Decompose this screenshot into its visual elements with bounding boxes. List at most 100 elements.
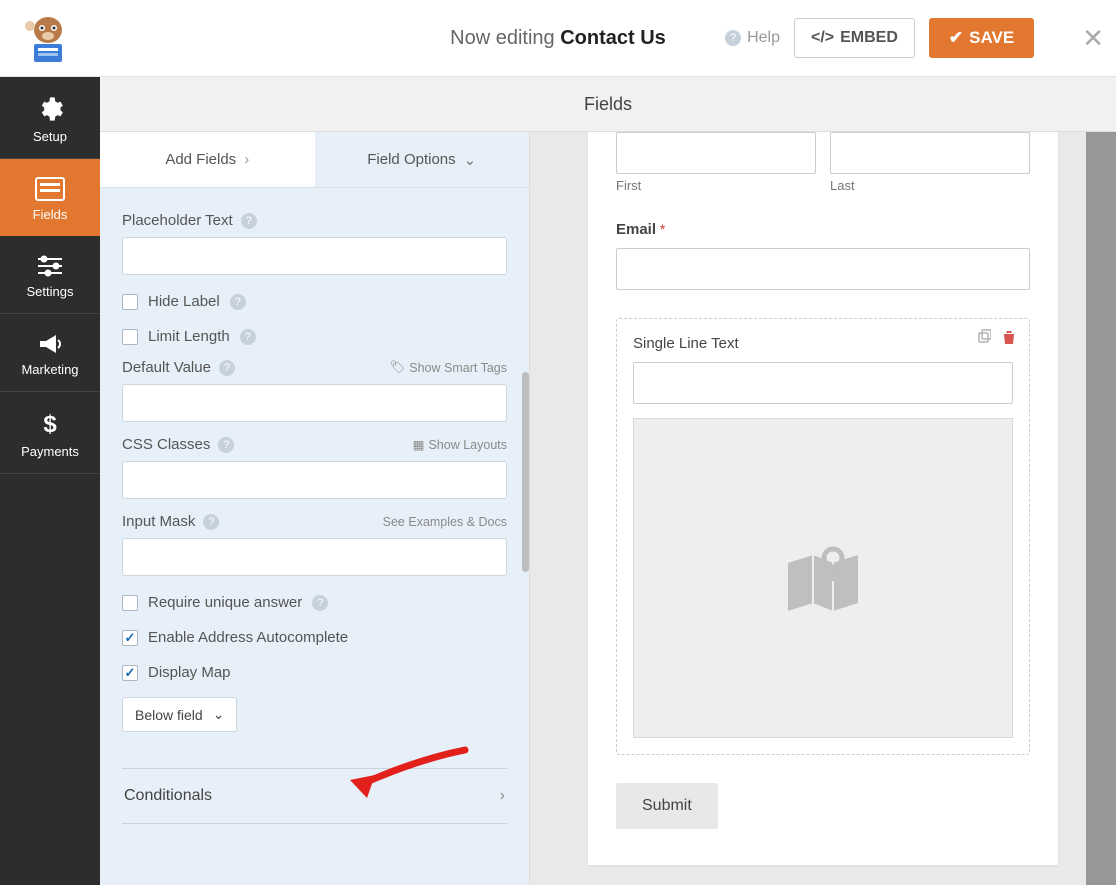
top-bar: Now editing Contact Us ? Help </> EMBED … xyxy=(0,0,1116,77)
form-name: Contact Us xyxy=(560,27,666,49)
placeholder-text-input[interactable] xyxy=(122,237,507,275)
help-icon[interactable]: ? xyxy=(218,437,234,453)
help-icon[interactable]: ? xyxy=(240,329,256,345)
css-classes-input[interactable] xyxy=(122,461,507,499)
option-label: Placeholder Text xyxy=(122,212,233,229)
selected-field-block[interactable]: Single Line Text xyxy=(616,318,1030,755)
tab-label: Field Options xyxy=(367,151,455,168)
field-label: Email xyxy=(616,221,656,238)
map-icon xyxy=(778,533,868,623)
conditionals-section-toggle[interactable]: Conditionals › xyxy=(122,769,507,823)
editing-prefix: Now editing xyxy=(450,27,560,49)
nav-item-setup[interactable]: Setup xyxy=(0,77,100,159)
duplicate-field-button[interactable] xyxy=(975,329,991,348)
last-name-input[interactable] xyxy=(830,132,1030,174)
option-default-value: Default Value ? 🏷 Show Smart Tags xyxy=(122,359,507,422)
scrollbar-thumb[interactable] xyxy=(522,372,529,572)
nav-item-payments[interactable]: $ Payments xyxy=(0,392,100,474)
preview-canvas: First Last Email * xyxy=(588,132,1058,865)
option-display-map[interactable]: Display Map xyxy=(122,664,507,681)
nav-label: Fields xyxy=(0,207,100,222)
help-icon[interactable]: ? xyxy=(312,595,328,611)
checkbox[interactable] xyxy=(122,595,138,611)
tab-label: Add Fields xyxy=(165,151,236,168)
default-value-input[interactable] xyxy=(122,384,507,422)
option-input-mask: Input Mask ? See Examples & Docs xyxy=(122,513,507,576)
name-field: First Last xyxy=(616,132,1030,193)
delete-field-button[interactable] xyxy=(1001,329,1017,348)
input-mask-input[interactable] xyxy=(122,538,507,576)
option-enable-autocomplete[interactable]: Enable Address Autocomplete xyxy=(122,629,507,646)
help-icon[interactable]: ? xyxy=(219,360,235,376)
nav-label: Setup xyxy=(0,129,100,144)
bullhorn-icon xyxy=(0,332,100,356)
checkbox[interactable] xyxy=(122,329,138,345)
help-label: Help xyxy=(747,29,780,47)
option-label: CSS Classes xyxy=(122,436,210,453)
section-title: Fields xyxy=(584,94,632,115)
workspace: Fields Add Fields › Field Options ⌄ xyxy=(100,77,1116,885)
option-limit-length[interactable]: Limit Length ? xyxy=(122,328,507,345)
app-logo xyxy=(18,12,78,64)
checkbox[interactable] xyxy=(122,630,138,646)
panel-scrollbar[interactable] xyxy=(521,132,529,885)
panel-tabs: Add Fields › Field Options ⌄ xyxy=(100,132,529,188)
tab-add-fields[interactable]: Add Fields › xyxy=(100,132,315,187)
nav-item-settings[interactable]: Settings xyxy=(0,236,100,314)
checkbox[interactable] xyxy=(122,665,138,681)
editor-columns: Add Fields › Field Options ⌄ Placeholder… xyxy=(100,132,1116,885)
option-hide-label[interactable]: Hide Label ? xyxy=(122,293,507,310)
option-label: Display Map xyxy=(148,664,231,681)
option-label: Require unique answer xyxy=(148,594,302,611)
chevron-down-icon: ⌄ xyxy=(464,151,477,169)
form-icon xyxy=(0,177,100,201)
option-css-classes: CSS Classes ? ▦ Show Layouts xyxy=(122,436,507,499)
overlay-shade xyxy=(1086,132,1116,885)
embed-button[interactable]: </> EMBED xyxy=(794,18,915,58)
tab-field-options[interactable]: Field Options ⌄ xyxy=(315,132,530,187)
help-icon[interactable]: ? xyxy=(241,213,257,229)
nav-label: Settings xyxy=(0,284,100,299)
editing-title: Now editing Contact Us xyxy=(450,27,666,50)
field-actions xyxy=(975,329,1017,348)
submit-button[interactable]: Submit xyxy=(616,783,718,829)
option-label: Hide Label xyxy=(148,293,220,310)
help-link[interactable]: ? Help xyxy=(725,29,780,47)
required-indicator: * xyxy=(656,221,665,237)
nav-item-marketing[interactable]: Marketing xyxy=(0,314,100,392)
map-position-select[interactable]: Below field ⌄ xyxy=(122,697,237,732)
help-icon[interactable]: ? xyxy=(230,294,246,310)
option-placeholder-text: Placeholder Text ? xyxy=(122,212,507,275)
checkbox[interactable] xyxy=(122,294,138,310)
code-icon: </> xyxy=(811,29,834,47)
section-label: Conditionals xyxy=(124,787,212,805)
top-right-actions: ? Help </> EMBED ✔ SAVE ✕ xyxy=(725,18,1098,58)
tag-icon: 🏷 xyxy=(389,360,405,375)
option-require-unique[interactable]: Require unique answer ? xyxy=(122,594,507,611)
option-label: Input Mask xyxy=(122,513,195,530)
show-smart-tags-link[interactable]: 🏷 Show Smart Tags xyxy=(389,360,507,375)
sliders-icon xyxy=(0,254,100,278)
chevron-right-icon: › xyxy=(244,151,249,168)
close-builder-button[interactable]: ✕ xyxy=(1082,23,1104,54)
chevron-down-icon: ⌄ xyxy=(213,706,225,723)
save-label: SAVE xyxy=(969,28,1014,48)
field-panel: Add Fields › Field Options ⌄ Placeholder… xyxy=(100,132,530,885)
grid-icon: ▦ xyxy=(413,437,425,452)
single-line-text-input[interactable] xyxy=(633,362,1013,404)
svg-text:$: $ xyxy=(43,411,57,438)
nav-item-fields[interactable]: Fields xyxy=(0,159,100,236)
input-mask-docs-link[interactable]: See Examples & Docs xyxy=(383,515,507,529)
save-button[interactable]: ✔ SAVE xyxy=(929,18,1034,58)
main-area: Setup Fields Settings Marketing $ Paymen… xyxy=(0,77,1116,885)
first-name-input[interactable] xyxy=(616,132,816,174)
option-label: Enable Address Autocomplete xyxy=(148,629,348,646)
show-layouts-link[interactable]: ▦ Show Layouts xyxy=(413,437,507,452)
nav-label: Payments xyxy=(0,444,100,459)
help-icon[interactable]: ? xyxy=(203,514,219,530)
field-label: Single Line Text xyxy=(633,335,1013,352)
dollar-icon: $ xyxy=(0,410,100,438)
option-label: Default Value xyxy=(122,359,211,376)
submit-label: Submit xyxy=(642,797,692,814)
email-input[interactable] xyxy=(616,248,1030,290)
